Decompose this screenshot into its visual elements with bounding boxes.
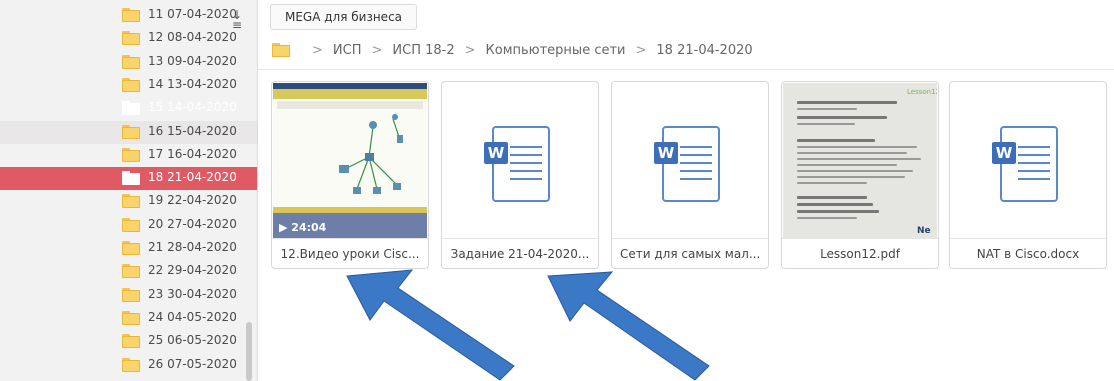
sidebar-folder-item[interactable]: 23 30-04-2020 bbox=[0, 284, 257, 307]
mega-business-label: MEGA для бизнеса bbox=[285, 10, 403, 24]
folder-label: 13 09-04-2020 bbox=[148, 53, 237, 68]
file-name-caption: Сети для самых мал... bbox=[612, 238, 768, 268]
file-card-word[interactable]: W Сети для самых мал... bbox=[611, 81, 769, 269]
mega-business-button[interactable]: MEGA для бизнеса bbox=[270, 4, 418, 30]
sidebar-folder-item[interactable]: 17 16-04-2020 bbox=[0, 144, 257, 167]
file-name-caption: NAT в Cisco.docx bbox=[950, 238, 1106, 268]
file-name-caption: Lesson12.pdf bbox=[782, 238, 938, 268]
file-thumbnail: W bbox=[951, 83, 1105, 238]
folder-label: 23 30-04-2020 bbox=[148, 286, 237, 301]
file-name-caption: 12.Видео уроки Cisc... bbox=[272, 238, 428, 268]
folder-icon bbox=[122, 8, 140, 22]
breadcrumb-item[interactable]: ИСП bbox=[333, 43, 362, 58]
folder-label: 19 22-04-2020 bbox=[148, 193, 237, 208]
folder-icon bbox=[122, 310, 140, 325]
folder-icon bbox=[122, 241, 140, 255]
breadcrumb-separator: > bbox=[312, 42, 323, 58]
file-name: Сети для самых мал... bbox=[620, 246, 760, 261]
folder-label: 14 13-04-2020 bbox=[148, 76, 237, 91]
word-document-icon: W bbox=[992, 126, 1058, 202]
breadcrumb-separator: > bbox=[464, 42, 476, 58]
arrow-icon bbox=[346, 269, 515, 381]
file-thumbnail: W bbox=[613, 83, 767, 238]
folder-icon bbox=[122, 147, 140, 162]
folder-label: 15 14-04-2020 bbox=[148, 100, 237, 115]
sidebar-folder-item[interactable]: 26 07-05-2020 bbox=[0, 354, 257, 377]
folder-label: 11 07-04-2020 bbox=[148, 7, 237, 21]
folder-icon bbox=[122, 264, 140, 279]
sort-descending-icon[interactable]: ↓ ≡ bbox=[232, 9, 242, 31]
folder-label: 12 08-04-2020 bbox=[148, 30, 237, 45]
breadcrumb-separator: > bbox=[371, 42, 383, 58]
root-folder-icon[interactable] bbox=[272, 43, 290, 57]
breadcrumb-current[interactable]: 18 21-04-2020 bbox=[656, 43, 752, 58]
pdf-preview-logo: Ne bbox=[917, 226, 931, 236]
word-document-icon: W bbox=[654, 126, 720, 202]
folder-icon bbox=[122, 77, 140, 92]
video-duration-badge: ▶ 24:04 bbox=[279, 221, 327, 234]
breadcrumb-item[interactable]: ИСП 18-2 bbox=[392, 43, 454, 58]
sidebar-folder-item[interactable]: 14 13-04-2020 bbox=[0, 74, 257, 97]
folder-tree-sidebar: 11 07-04-2020 12 08-04-2020 13 09-04-2020 1… bbox=[0, 0, 258, 381]
video-thumbnail: ▶ 24:04 bbox=[273, 83, 427, 238]
breadcrumb: > ИСП > ИСП 18-2 > Компьютерные сети > 1… bbox=[272, 39, 753, 61]
divider bbox=[258, 69, 1114, 70]
folder-icon bbox=[122, 101, 140, 116]
sidebar-scrollbar[interactable] bbox=[246, 322, 252, 381]
sidebar-folder-item[interactable]: 18 21-04-2020 bbox=[0, 167, 257, 191]
word-document-icon: W bbox=[484, 126, 550, 202]
sidebar-folder-item[interactable]: 24 04-05-2020 bbox=[0, 307, 257, 330]
folder-label: 20 27-04-2020 bbox=[148, 216, 237, 231]
pdf-thumbnail: Lesson12 Ne bbox=[783, 83, 937, 238]
file-thumbnail: W bbox=[443, 83, 597, 238]
folder-icon bbox=[122, 357, 140, 372]
sidebar-folder-item[interactable]: 20 27-04-2020 bbox=[0, 214, 257, 237]
folder-label: 18 21-04-2020 bbox=[148, 170, 237, 185]
breadcrumb-separator: > bbox=[635, 42, 647, 58]
folder-label: 17 16-04-2020 bbox=[148, 146, 237, 161]
folder-label: 24 04-05-2020 bbox=[148, 309, 237, 324]
file-name: 12.Видео уроки Cisc... bbox=[280, 246, 420, 261]
folder-icon bbox=[122, 217, 140, 232]
file-name: NAT в Cisco.docx bbox=[976, 246, 1080, 261]
folder-icon bbox=[122, 287, 140, 302]
sidebar-folder-item[interactable]: 11 07-04-2020 bbox=[0, 4, 257, 27]
folder-icon bbox=[122, 124, 140, 139]
folder-label: 25 06-05-2020 bbox=[148, 333, 237, 348]
folder-label: 21 28-04-2020 bbox=[148, 240, 237, 254]
file-name-caption: Задание 21-04-2020... bbox=[442, 238, 598, 268]
sidebar-folder-item[interactable]: 25 06-05-2020 bbox=[0, 330, 257, 353]
file-card-video[interactable]: ▶ 24:04 12.Видео уроки Cisc... bbox=[271, 81, 429, 269]
file-name: Задание 21-04-2020... bbox=[450, 246, 590, 261]
sidebar-folder-item[interactable]: 12 08-04-2020 bbox=[0, 27, 257, 50]
folder-icon bbox=[122, 54, 140, 69]
breadcrumb-item[interactable]: Компьютерные сети bbox=[486, 43, 626, 58]
folder-icon bbox=[122, 334, 140, 349]
pdf-preview-tag: Lesson12 bbox=[907, 88, 937, 96]
file-card-word[interactable]: W Задание 21-04-2020... bbox=[441, 81, 599, 269]
folder-icon bbox=[122, 31, 140, 46]
arrow-icon bbox=[547, 271, 710, 381]
file-card-pdf[interactable]: Lesson12 Ne Lesson12.pdf bbox=[781, 81, 939, 269]
video-duration: 24:04 bbox=[291, 221, 327, 234]
file-card-word[interactable]: W NAT в Cisco.docx bbox=[949, 81, 1107, 269]
sidebar-folder-item[interactable]: 13 09-04-2020 bbox=[0, 51, 257, 74]
folder-icon bbox=[122, 194, 140, 209]
sidebar-folder-item[interactable]: 21 28-04-2020 bbox=[0, 237, 257, 260]
folder-label: 16 15-04-2020 bbox=[148, 123, 237, 138]
sidebar-folder-item[interactable]: 19 22-04-2020 bbox=[0, 190, 257, 213]
sidebar-folder-item[interactable]: 16 15-04-2020 bbox=[0, 120, 257, 144]
network-diagram-icon bbox=[277, 101, 423, 194]
folder-label: 26 07-05-2020 bbox=[148, 356, 237, 371]
folder-label: 22 29-04-2020 bbox=[148, 263, 237, 278]
sidebar-folder-item[interactable]: 22 29-04-2020 bbox=[0, 260, 257, 283]
folder-icon bbox=[122, 171, 140, 186]
file-name: Lesson12.pdf bbox=[820, 246, 900, 261]
sidebar-folder-item[interactable]: 15 14-04-2020 bbox=[0, 97, 257, 120]
